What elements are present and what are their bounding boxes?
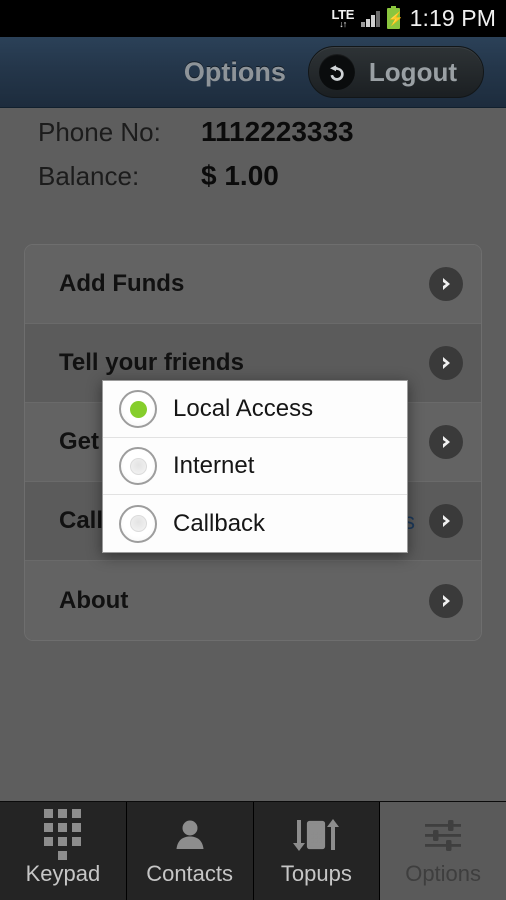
- tab-options[interactable]: Options: [380, 802, 506, 900]
- tab-label: Keypad: [25, 860, 101, 886]
- signal-bars-icon: [361, 10, 380, 27]
- radio-option-label: Local Access: [173, 395, 314, 422]
- balance-row: Balance: $ 1.00: [0, 154, 506, 198]
- radio-option-label: Callback: [173, 509, 266, 537]
- tab-label: Topups: [280, 860, 352, 886]
- option-row-about[interactable]: About: [25, 561, 481, 640]
- radio-option-label: Internet: [173, 452, 255, 479]
- logout-button[interactable]: Logout: [307, 46, 484, 98]
- charging-bolt-icon: ⚡: [387, 11, 404, 26]
- lte-data-arrows: ↓↑: [339, 19, 347, 29]
- option-row-add-funds[interactable]: Add Funds: [25, 245, 481, 324]
- chevron-right-icon: [429, 583, 463, 618]
- radio-option-local-access[interactable]: Local Access: [103, 381, 407, 438]
- tab-label: Options: [405, 860, 482, 886]
- radio-button-icon: [119, 504, 157, 543]
- phone-screen: LTE ↓↑ ⚡ 1:19 PM Options Logout Phone No…: [0, 0, 506, 900]
- lte-indicator: LTE ↓↑: [331, 8, 354, 29]
- tab-topups[interactable]: Topups: [253, 802, 381, 900]
- sliders-icon: [420, 816, 466, 854]
- account-info: Phone No: 1112223333 Balance: $ 1.00: [0, 110, 506, 198]
- status-bar-icons: LTE ↓↑ ⚡ 1:19 PM: [331, 5, 496, 32]
- contacts-icon: [172, 816, 208, 854]
- keypad-icon: [44, 809, 82, 860]
- topups-icon: [289, 816, 343, 854]
- bottom-tab-bar: Keypad Contacts Topups Options: [0, 801, 506, 900]
- option-label: Add Funds: [59, 270, 185, 297]
- balance-value: $ 1.00: [201, 160, 279, 191]
- radio-option-callback[interactable]: Callback: [103, 495, 407, 552]
- balance-label: Balance:: [38, 161, 140, 191]
- status-bar-clock: 1:19 PM: [409, 5, 496, 31]
- option-label: About: [59, 586, 129, 614]
- option-label: Tell your friends: [59, 349, 244, 376]
- chevron-right-icon: [429, 425, 463, 459]
- phone-label: Phone No:: [38, 117, 161, 147]
- status-bar: LTE ↓↑ ⚡ 1:19 PM: [0, 0, 506, 37]
- page-title: Options: [183, 56, 286, 87]
- tab-keypad[interactable]: Keypad: [0, 802, 127, 900]
- undo-arrow-icon: [318, 54, 355, 90]
- tab-label: Contacts: [146, 860, 234, 886]
- radio-option-internet[interactable]: Internet: [103, 438, 407, 495]
- action-bar: Options Logout: [0, 37, 506, 108]
- chevron-right-icon: [429, 267, 463, 301]
- chevron-right-icon: [429, 346, 463, 380]
- tab-contacts[interactable]: Contacts: [126, 802, 254, 900]
- logout-label: Logout: [368, 56, 457, 87]
- radio-button-icon: [119, 390, 157, 428]
- chevron-right-icon: [429, 504, 463, 538]
- phone-row: Phone No: 1112223333: [0, 110, 506, 154]
- call-options-dialog: Local Access Internet Callback: [102, 380, 408, 553]
- battery-charging-icon: ⚡: [386, 6, 404, 29]
- radio-button-icon: [119, 447, 157, 485]
- phone-value: 1112223333: [201, 116, 354, 147]
